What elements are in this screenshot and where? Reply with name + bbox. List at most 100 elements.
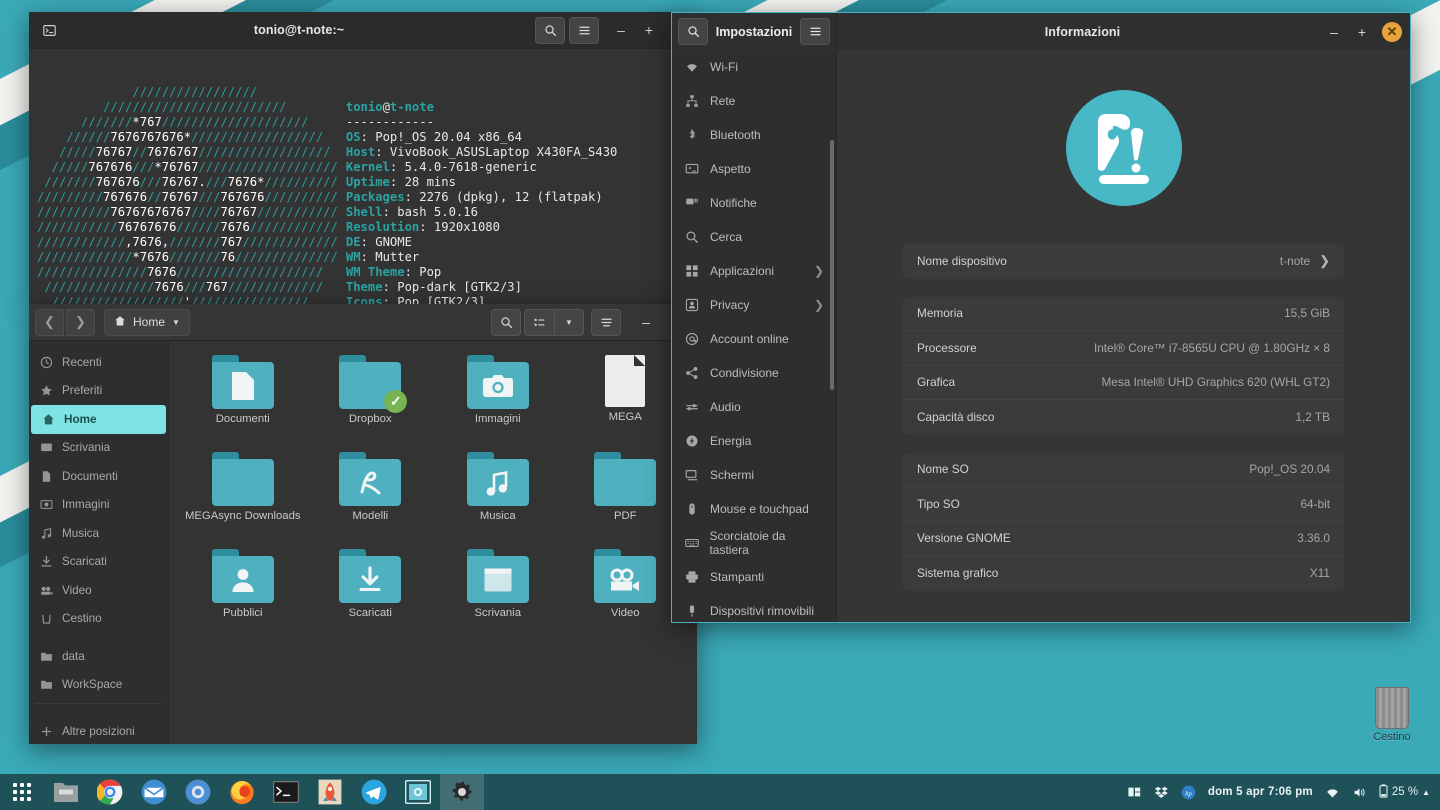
settings-sidebar-item-wi-fi[interactable]: Wi-Fi: [672, 50, 836, 84]
dock-item-terminal[interactable]: [264, 774, 308, 810]
dock-item-pop-shop[interactable]: [308, 774, 352, 810]
settings-sidebar-item-scorciatoie-da-tastiera[interactable]: Scorciatoie da tastiera: [672, 526, 836, 560]
dock-app-list[interactable]: [0, 774, 484, 810]
settings-sidebar-item-stampanti[interactable]: Stampanti: [672, 560, 836, 594]
wifi-icon[interactable]: [1325, 786, 1340, 799]
file-item[interactable]: Pubblici: [184, 549, 302, 646]
dock-item-screenshot[interactable]: [396, 774, 440, 810]
chevron-right-icon[interactable]: ❯: [814, 298, 824, 312]
settings-titlebar[interactable]: Impostazioni Informazioni – + ✕: [672, 13, 1410, 50]
sidebar-item-video[interactable]: Video: [29, 576, 168, 605]
sidebar-item-cestino[interactable]: Cestino: [29, 605, 168, 634]
file-item[interactable]: Scaricati: [311, 549, 429, 646]
settings-sidebar-item-energia[interactable]: Energia: [672, 424, 836, 458]
battery-indicator[interactable]: 25 % ▲: [1379, 783, 1430, 801]
settings-sidebar-item-privacy[interactable]: Privacy ❯: [672, 288, 836, 322]
back-icon[interactable]: ❮: [35, 308, 64, 336]
breadcrumb[interactable]: Home ▼: [104, 308, 190, 336]
volume-icon[interactable]: [1352, 786, 1367, 799]
file-item[interactable]: Immagini: [439, 355, 557, 452]
file-grid[interactable]: Documenti ✓ Dropbox Immagini MEGA MEGAsync Do…: [169, 341, 697, 744]
hamburger-icon[interactable]: [569, 16, 599, 44]
search-icon[interactable]: [535, 16, 565, 44]
file-manager-titlebar[interactable]: ❮ ❯ Home ▼ ▼ –: [29, 304, 697, 341]
sidebar-item-immagini[interactable]: Immagini: [29, 491, 168, 520]
settings-sidebar-item-audio[interactable]: Audio: [672, 390, 836, 424]
taskbar[interactable]: hp dom 5 apr 7:06 pm 25 % ▲: [0, 774, 1440, 810]
file-item[interactable]: Scrivania: [439, 549, 557, 646]
dock-item-telegram[interactable]: [352, 774, 396, 810]
settings-sidebar-item-bluetooth[interactable]: Bluetooth: [672, 118, 836, 152]
sidebar-item-other-locations[interactable]: Altre posizioni: [29, 717, 168, 744]
settings-sidebar-scrollbar[interactable]: [830, 140, 834, 390]
settings-sidebar-item-aspetto[interactable]: Aspetto: [672, 152, 836, 186]
settings-sidebar-item-schermi[interactable]: Schermi: [672, 458, 836, 492]
sidebar-bookmark-workspace[interactable]: WorkSpace: [29, 671, 168, 700]
workspace-icon[interactable]: [1127, 785, 1142, 799]
chevron-down-icon[interactable]: ▼: [172, 318, 180, 327]
view-list-icon[interactable]: [524, 308, 554, 336]
settings-sidebar-item-dispositivi-rimovibili[interactable]: Dispositivi rimovibili: [672, 594, 836, 622]
file-item[interactable]: MEGA: [566, 355, 684, 452]
file-item[interactable]: ✓ Dropbox: [311, 355, 429, 452]
search-icon[interactable]: [678, 18, 708, 45]
chevron-down-icon[interactable]: ▼: [554, 308, 584, 336]
terminal-output[interactable]: ///////////////// //////////////////////…: [29, 49, 697, 304]
sidebar-item-preferiti[interactable]: Preferiti: [29, 377, 168, 406]
sidebar-item-musica[interactable]: Musica: [29, 519, 168, 548]
hamburger-icon[interactable]: [800, 18, 830, 45]
terminal-titlebar[interactable]: tonio@t-note:~ – + ✕: [29, 12, 697, 49]
search-icon[interactable]: [491, 308, 521, 336]
maximize-icon[interactable]: +: [635, 17, 663, 43]
file-item[interactable]: Documenti: [184, 355, 302, 452]
hamburger-icon[interactable]: [591, 308, 621, 336]
settings-sidebar-item-account-online[interactable]: Account online: [672, 322, 836, 356]
minimize-icon[interactable]: –: [1320, 19, 1348, 45]
maximize-icon[interactable]: +: [1348, 19, 1376, 45]
file-item[interactable]: Video: [566, 549, 684, 646]
file-manager-toolbar[interactable]: ▼ – +: [491, 308, 691, 336]
device-name-row[interactable]: Nome dispositivo t-note ❯: [903, 244, 1344, 279]
file-manager-sidebar[interactable]: Recenti Preferiti Home Scrivania Documenti Im…: [29, 341, 169, 744]
dock-item-chrome[interactable]: [88, 774, 132, 810]
file-item[interactable]: Modelli: [311, 452, 429, 549]
settings-sidebar-item-applicazioni[interactable]: Applicazioni ❯: [672, 254, 836, 288]
file-item[interactable]: PDF: [566, 452, 684, 549]
chevron-right-icon[interactable]: ❯: [814, 264, 824, 278]
dock-item-files[interactable]: [44, 774, 88, 810]
settings-sidebar-item-notifiche[interactable]: Notifiche: [672, 186, 836, 220]
sidebar-item-recenti[interactable]: Recenti: [29, 348, 168, 377]
dock-item-firefox[interactable]: [220, 774, 264, 810]
file-item[interactable]: Musica: [439, 452, 557, 549]
dropbox-icon[interactable]: [1154, 785, 1169, 799]
chevron-right-icon[interactable]: ❯: [1319, 253, 1330, 269]
settings-window[interactable]: Impostazioni Informazioni – + ✕ Wi-Fi Ret…: [671, 12, 1411, 623]
dock-item-app-grid[interactable]: [0, 774, 44, 810]
sidebar-item-documenti[interactable]: Documenti: [29, 462, 168, 491]
minimize-icon[interactable]: –: [607, 17, 635, 43]
settings-sidebar-item-condivisione[interactable]: Condivisione: [672, 356, 836, 390]
file-item[interactable]: MEGAsync Downloads: [184, 452, 302, 549]
sidebar-item-scrivania[interactable]: Scrivania: [29, 434, 168, 463]
hp-icon[interactable]: hp: [1181, 785, 1196, 800]
dock-item-chromium[interactable]: [176, 774, 220, 810]
terminal-window[interactable]: tonio@t-note:~ – + ✕ ///////////////// /…: [29, 12, 697, 304]
settings-sidebar[interactable]: Wi-Fi Rete Bluetooth Aspetto Notifiche Cerca A…: [672, 50, 837, 622]
forward-icon[interactable]: ❯: [66, 308, 95, 336]
settings-sidebar-item-rete[interactable]: Rete: [672, 84, 836, 118]
sidebar-bookmark-data[interactable]: data: [29, 642, 168, 671]
sidebar-item-home[interactable]: Home: [31, 405, 166, 434]
close-icon[interactable]: ✕: [1382, 21, 1402, 42]
minimize-icon[interactable]: –: [632, 309, 660, 335]
dock-item-thunderbird[interactable]: [132, 774, 176, 810]
navigation-buttons[interactable]: ❮ ❯: [35, 308, 95, 336]
settings-sidebar-item-mouse-e-touchpad[interactable]: Mouse e touchpad: [672, 492, 836, 526]
desktop-trash-icon[interactable]: Cestino: [1357, 687, 1427, 743]
sidebar-item-scaricati[interactable]: Scaricati: [29, 548, 168, 577]
clock[interactable]: dom 5 apr 7:06 pm: [1208, 786, 1313, 798]
file-manager-window[interactable]: ❮ ❯ Home ▼ ▼ – Recenti Preferiti Home Sc…: [29, 304, 697, 744]
system-tray[interactable]: hp dom 5 apr 7:06 pm 25 % ▲: [1127, 783, 1440, 801]
chevron-up-icon[interactable]: ▲: [1422, 788, 1430, 797]
dock-item-settings[interactable]: [440, 774, 484, 810]
settings-sidebar-item-cerca[interactable]: Cerca: [672, 220, 836, 254]
